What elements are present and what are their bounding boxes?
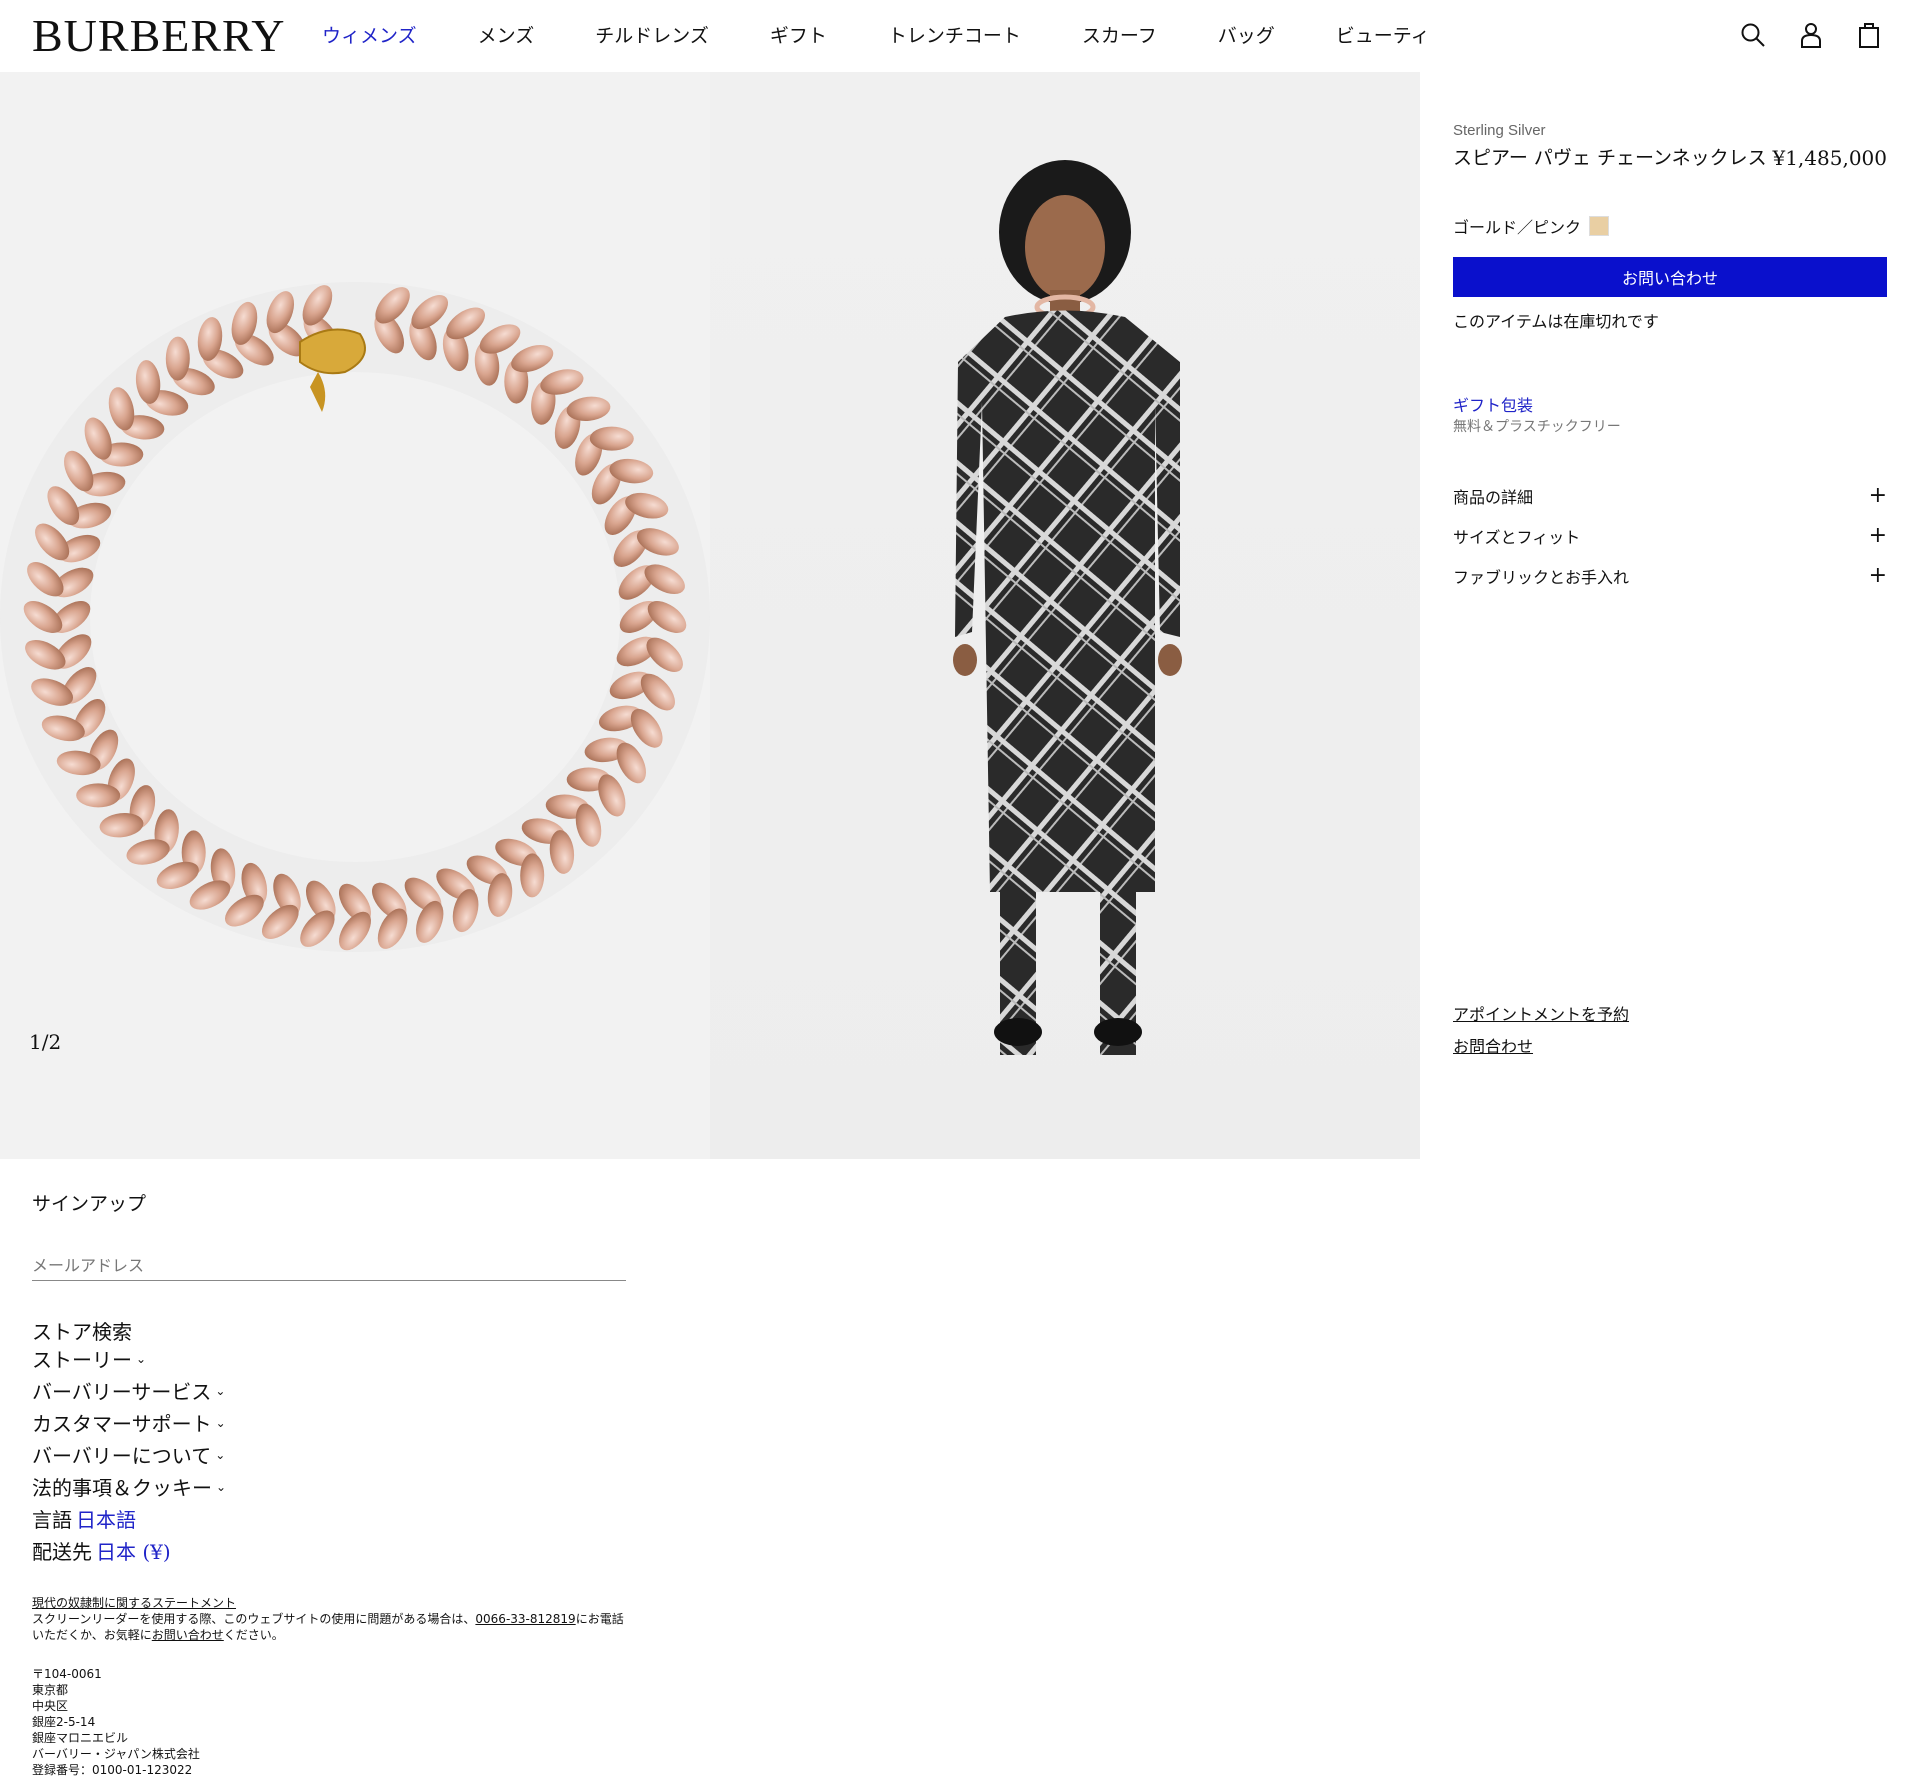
search-icon[interactable]	[1739, 20, 1767, 50]
gift-wrap-link[interactable]: ギフト包装	[1453, 392, 1533, 416]
header-icons	[1739, 20, 1883, 50]
address-line: 銀座2-5-14	[32, 1715, 96, 1729]
site-header: BURBERRY ウィメンズ メンズ チルドレンズ ギフト トレンチコート スカ…	[0, 0, 1905, 72]
product-gallery: 1/2	[0, 72, 1420, 1159]
store-search-link[interactable]: ストア検索	[32, 1316, 132, 1345]
shipping-selector[interactable]: 配送先 日本 (¥)	[32, 1536, 171, 1565]
footer-menu-label: 法的事項＆クッキー	[32, 1476, 212, 1500]
footer-menu-label: ストーリー	[32, 1348, 132, 1372]
necklace-illustration	[0, 282, 710, 952]
chevron-down-icon: ⌄	[215, 1415, 226, 1430]
product-price: ¥1,485,000	[1772, 146, 1887, 170]
slavery-statement-label[interactable]: 現代の奴隷制に関するステートメント	[32, 1596, 236, 1610]
store-search-label: ストア検索	[32, 1320, 132, 1344]
accordion-label: ファブリックとお手入れ	[1453, 568, 1630, 587]
footer-menu-label: バーバリーについて	[32, 1444, 212, 1468]
address-line: 東京都	[32, 1683, 69, 1697]
stock-status: このアイテムは在庫切れです	[1453, 312, 1659, 331]
accessibility-text: いただくか、お気軽に	[32, 1628, 152, 1642]
language-selector[interactable]: 言語 日本語	[32, 1504, 136, 1533]
footer-menu-customer-support[interactable]: カスタマーサポート ⌄	[32, 1408, 226, 1437]
accessibility-notice: スクリーンリーダーを使用する際、このウェブサイトの使用に問題がある場合は、006…	[32, 1611, 632, 1643]
nav-item-beauty[interactable]: ビューティ	[1336, 22, 1430, 50]
accordion-label: サイズとフィット	[1453, 528, 1581, 547]
contact-link[interactable]: お問合わせ	[1453, 1033, 1533, 1057]
nav-item-children[interactable]: チルドレンズ	[595, 22, 709, 50]
chevron-down-icon: ⌄	[216, 1479, 227, 1494]
nav-item-bags[interactable]: バッグ	[1218, 22, 1275, 50]
plus-icon: +	[1868, 483, 1887, 508]
chevron-down-icon: ⌄	[215, 1447, 226, 1462]
footer-menu-about[interactable]: バーバリーについて ⌄	[32, 1440, 225, 1469]
nav-item-trench[interactable]: トレンチコート	[888, 22, 1021, 50]
address-line: バーバリー・ジャパン株式会社	[32, 1747, 200, 1761]
nav-item-womens[interactable]: ウィメンズ	[322, 22, 417, 50]
email-field[interactable]	[32, 1251, 626, 1281]
product-image-model[interactable]	[710, 72, 1420, 1159]
address-line: 〒104-0061	[32, 1667, 102, 1681]
accordion-product-details[interactable]: 商品の詳細 +	[1453, 483, 1887, 509]
slavery-statement-link[interactable]: 現代の奴隷制に関するステートメント	[32, 1595, 236, 1611]
gift-wrap-description: 無料＆プラスチックフリー	[1453, 419, 1621, 435]
address-line: 中央区	[32, 1699, 69, 1713]
address-line: 登録番号：0100-01-123022	[32, 1763, 193, 1777]
footer-menu-label: カスタマーサポート	[32, 1412, 212, 1436]
company-address: 〒104-0061 東京都 中央区 銀座2-5-14 銀座マロニエビル バーバリ…	[32, 1666, 200, 1778]
book-appointment-link[interactable]: アポイントメントを予約	[1453, 1001, 1629, 1025]
footer-menu-legal[interactable]: 法的事項＆クッキー ⌄	[32, 1472, 226, 1501]
plus-icon: +	[1868, 523, 1887, 548]
accordion-size-fit[interactable]: サイズとフィット +	[1453, 523, 1887, 549]
model-illustration	[953, 160, 1182, 1055]
nav-item-scarves[interactable]: スカーフ	[1082, 22, 1157, 50]
color-selector: ゴールド／ピンク	[1453, 214, 1610, 238]
footer-menu-stories[interactable]: ストーリー ⌄	[32, 1344, 146, 1373]
bag-icon[interactable]	[1855, 20, 1883, 50]
accordion-label: 商品の詳細	[1453, 488, 1534, 507]
account-icon[interactable]	[1797, 20, 1825, 50]
nav-item-gifts[interactable]: ギフト	[770, 22, 827, 50]
color-swatch[interactable]	[1589, 216, 1610, 236]
product-image-necklace[interactable]: 1/2	[0, 72, 710, 1159]
image-counter: 1/2	[29, 1030, 62, 1054]
product-material: Sterling Silver	[1453, 122, 1546, 139]
language-label: 言語	[32, 1508, 72, 1532]
brand-logo[interactable]: BURBERRY	[32, 10, 285, 62]
accessibility-text: スクリーンリーダーを使用する際、このウェブサイトの使用に問題がある場合は、	[32, 1612, 476, 1626]
contact-button[interactable]: お問い合わせ	[1453, 257, 1887, 297]
color-label: ゴールド／ピンク	[1453, 218, 1582, 237]
plus-icon: +	[1868, 563, 1887, 588]
footer-menu-label: バーバリーサービス	[32, 1380, 212, 1404]
main-nav: ウィメンズ メンズ チルドレンズ ギフト トレンチコート スカーフ バッグ ビュ…	[322, 22, 1430, 50]
accessibility-text: ください。	[223, 1628, 284, 1642]
accessibility-contact-link[interactable]: お問い合わせ	[152, 1628, 224, 1642]
footer-menu-services[interactable]: バーバリーサービス ⌄	[32, 1376, 225, 1405]
chevron-down-icon: ⌄	[215, 1383, 226, 1398]
accessibility-phone-link[interactable]: 0066-33-812819	[475, 1612, 575, 1626]
chevron-down-icon: ⌄	[136, 1351, 147, 1366]
accordion-fabric-care[interactable]: ファブリックとお手入れ +	[1453, 563, 1887, 589]
accessibility-text: にお電話	[575, 1612, 624, 1626]
signup-title: サインアップ	[32, 1193, 147, 1215]
address-line: 銀座マロニエビル	[32, 1731, 129, 1745]
shipping-value[interactable]: 日本 (¥)	[96, 1536, 171, 1565]
nav-item-mens[interactable]: メンズ	[478, 22, 535, 50]
product-name: スピアー パヴェ チェーンネックレス	[1453, 147, 1767, 169]
shipping-label: 配送先	[32, 1540, 92, 1564]
language-value[interactable]: 日本語	[76, 1504, 136, 1533]
